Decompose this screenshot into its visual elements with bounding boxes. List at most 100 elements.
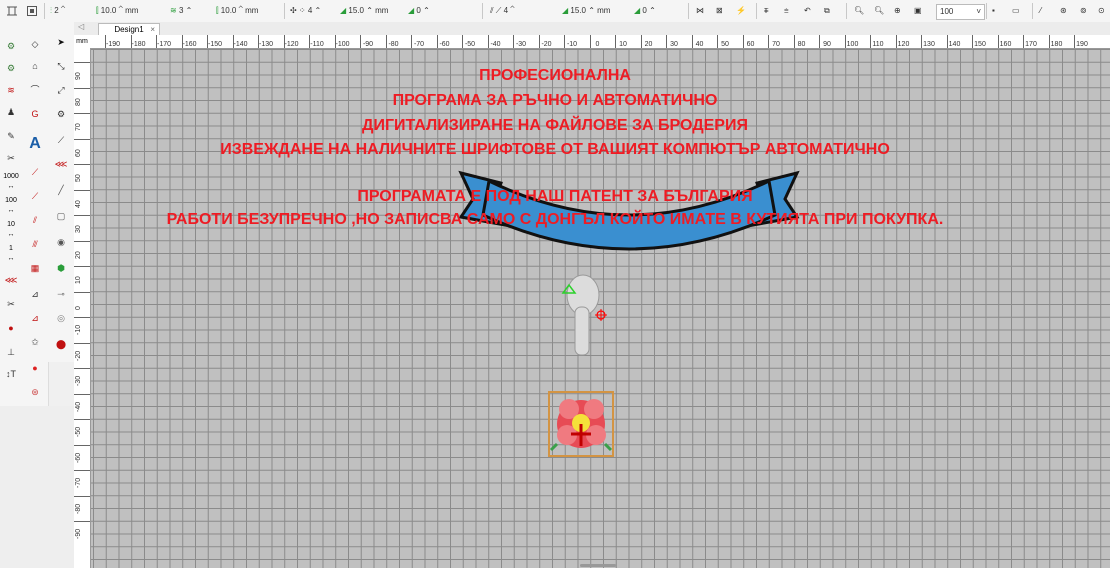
more-icon[interactable]: ⊙ — [1098, 4, 1105, 18]
horizontal-scrollbar[interactable] — [580, 564, 616, 567]
h-ruler-label: 80 — [797, 41, 806, 48]
step-1-button[interactable]: 1 ↔ — [1, 244, 21, 264]
h-ruler-tick — [691, 35, 693, 48]
h-ruler-tick — [589, 35, 591, 48]
line-icon[interactable]: ⁄ — [1040, 4, 1041, 18]
width-field[interactable]: ⫿ 10.0 ⌃ mm — [216, 4, 258, 18]
h-ruler-tick — [844, 35, 846, 48]
text-height-icon[interactable]: ↕T — [1, 364, 21, 384]
v-ruler-tick — [74, 164, 90, 165]
h-ruler-label: 50 — [721, 41, 729, 48]
overlay-line-3: ДИГИТАЛИЗИРАНЕ НА ФАЙЛОВЕ ЗА БРОДЕРИЯ — [362, 117, 748, 134]
rotation-field[interactable]: ◢ 0 ⌃ — [408, 4, 430, 18]
h-ruler-label: -90 — [362, 41, 374, 48]
v-ruler-label: -90 — [75, 528, 82, 539]
h-ruler-tick — [436, 35, 438, 48]
document-tab-bar: ◁ Design1 × — [74, 22, 1110, 36]
v-ruler-tick — [74, 113, 90, 114]
overlay-line-5: ПРОГРАМАТА Е ПОД НАШ ПАТЕНТ ЗА БЪЛГАРИЯ — [357, 188, 753, 205]
undo-icon[interactable]: ↶ — [804, 4, 811, 18]
zoom-out-icon[interactable]: 🔍︎ — [874, 4, 884, 18]
h-ruler-label: 110 — [872, 41, 884, 48]
h-ruler-label: 160 — [999, 41, 1012, 48]
v-ruler-label: -10 — [75, 324, 82, 335]
shape-arrow-icon[interactable]: ◇ — [25, 34, 45, 54]
pattern-angle-field[interactable]: ◢ 15.0 ⌃ mm — [562, 4, 610, 18]
v-ruler-label: 50 — [75, 174, 82, 182]
angle-field[interactable]: ◢ 15.0 ⌃ mm — [340, 4, 388, 18]
h-ruler-label: 70 — [772, 41, 780, 48]
h-ruler-label: -120 — [284, 41, 299, 48]
group-icon[interactable]: ⧉ — [824, 4, 830, 18]
fill-tool-icon[interactable]: ▦ — [25, 258, 45, 278]
h-ruler-tick — [1023, 35, 1024, 48]
zoom-page-icon[interactable]: ▣ — [914, 4, 922, 18]
stitch-len-field[interactable]: ⫶ 2 ⌃ — [50, 4, 65, 18]
v-ruler-label: 10 — [75, 276, 82, 284]
window-icon[interactable]: ▭ — [1012, 4, 1020, 18]
v-ruler-tick — [74, 495, 90, 497]
record-icon[interactable]: ⬤ — [51, 334, 71, 354]
line-tool-icon[interactable]: ⟋ — [25, 162, 45, 182]
align-icon[interactable]: ⩨ — [764, 4, 769, 18]
crop-icon[interactable]: ⊠ — [716, 4, 723, 18]
spool-icon[interactable]: ◎ — [51, 308, 71, 328]
h-ruler-label: -50 — [464, 41, 476, 48]
zoom-fit-icon[interactable]: ⊕ — [894, 4, 901, 18]
v-ruler-tick — [74, 266, 90, 267]
flower-patch[interactable] — [548, 391, 614, 457]
horizontal-ruler[interactable]: -190 -180 -170 -160 -150 -140 -130 -120 -110 -100… — [90, 35, 1110, 49]
color-icon[interactable]: ● — [1, 318, 21, 338]
zoom-in-icon[interactable]: 🔍︎ — [854, 4, 864, 18]
h-ruler-tick — [615, 35, 616, 48]
path-icon[interactable]: ⚡ — [736, 4, 746, 18]
node-edit-2-icon[interactable]: ⊿ — [25, 308, 45, 328]
v-ruler-tick — [74, 291, 90, 293]
node-icon[interactable]: ⊛ — [1060, 4, 1067, 18]
zigzag-icon[interactable]: ⋘ — [1, 270, 21, 290]
hexagon-icon[interactable]: ⬢ — [51, 258, 71, 278]
overlay-line-4: ИЗВЕЖДАНЕ НА НАЛИЧНИТЕ ШРИФТОВЕ ОТ ВАШИЯ… — [220, 141, 890, 158]
tab-scroll-icon[interactable]: ◁ — [78, 22, 84, 31]
h-ruler-tick — [717, 35, 718, 48]
h-ruler-tick — [640, 35, 642, 48]
h-ruler-label: -180 — [131, 41, 146, 48]
anchor-icon[interactable]: ⊥ — [1, 342, 21, 362]
select-arrow-icon[interactable]: ➤ — [51, 32, 71, 52]
h-ruler-tick — [462, 35, 463, 48]
h-ruler-label: -30 — [515, 41, 527, 48]
settings-icon[interactable]: ⊚ — [1080, 4, 1087, 18]
tab-label: Design1 — [114, 25, 144, 34]
h-ruler-tick — [1074, 35, 1075, 48]
density-field[interactable]: ⫿ 10.0 ⌃ mm — [96, 4, 138, 18]
grey-shape[interactable] — [561, 274, 607, 356]
frame-icon[interactable] — [26, 4, 38, 18]
compass-icon[interactable]: ⊛ — [25, 382, 45, 402]
h-ruler-tick — [411, 35, 412, 48]
pattern-rotation-field[interactable]: ◢ 0 ⌃ — [634, 4, 656, 18]
node-edit-icon[interactable]: ⊿ — [25, 284, 45, 304]
h-ruler-label: 130 — [923, 41, 935, 48]
applique-icon[interactable]: ◉ — [51, 232, 71, 252]
cross-tool-icon[interactable]: ⫻ — [25, 234, 45, 254]
zoom-select[interactable]: 100 ˅ — [936, 4, 985, 20]
circle-fill-icon[interactable]: ● — [25, 358, 45, 378]
mirror-icon[interactable]: ⋈ — [696, 4, 704, 18]
v-ruler-tick — [74, 444, 90, 446]
h-ruler-tick — [921, 35, 922, 48]
save-icon[interactable]: ▪ — [992, 4, 995, 18]
cut-icon[interactable]: ✂ — [1, 294, 21, 314]
pattern-field[interactable]: ⫽ ⟋ 4 ⌃ — [490, 4, 515, 18]
v-ruler-tick — [74, 317, 90, 318]
satin-field[interactable]: ≋ 3 ⌃ — [170, 4, 192, 18]
v-ruler-tick — [74, 87, 90, 89]
h-ruler-label: 40 — [695, 41, 704, 48]
key-icon[interactable]: ⊸ — [51, 284, 71, 304]
star-icon[interactable]: ✩ — [25, 332, 45, 352]
spacing-field[interactable]: ✣ ⁘ 4 ⌃ — [290, 4, 321, 18]
v-ruler-tick — [74, 419, 90, 420]
distribute-icon[interactable]: ⩧ — [784, 4, 789, 18]
wizard-icon[interactable]: ⚙ — [1, 36, 21, 56]
h-ruler-tick — [946, 35, 948, 48]
split-icon[interactable] — [6, 4, 18, 18]
